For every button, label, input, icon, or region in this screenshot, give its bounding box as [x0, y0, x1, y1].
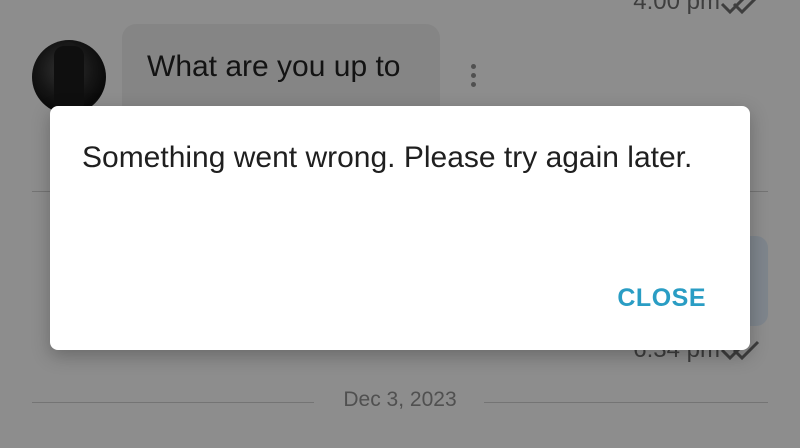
error-dialog: Something went wrong. Please try again l…: [50, 106, 750, 350]
close-button[interactable]: CLOSE: [605, 278, 718, 319]
dialog-message: Something went wrong. Please try again l…: [82, 141, 693, 174]
